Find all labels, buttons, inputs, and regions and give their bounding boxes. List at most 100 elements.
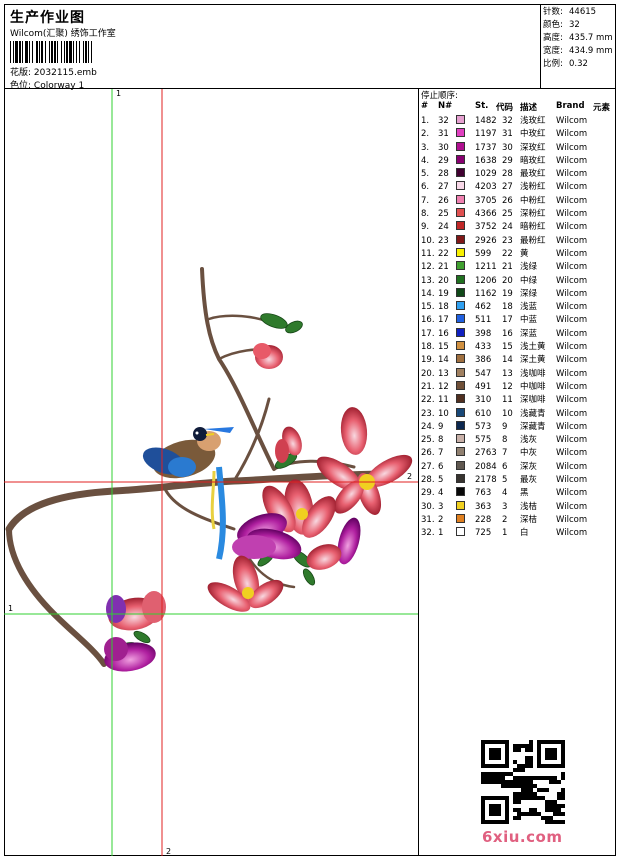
row-code: 31 — [502, 129, 513, 140]
row-description: 暗玫红 — [520, 155, 546, 166]
row-index: 11. — [421, 248, 435, 259]
table-row: 1. 32 1482 32 浅玫红 Wilcom — [419, 115, 616, 128]
row-code: 29 — [502, 155, 513, 166]
stat-scale: 比例: 0.32 — [543, 59, 588, 69]
row-brand: Wilcom — [556, 342, 588, 353]
row-description: 深绿 — [520, 288, 538, 299]
row-index: 4. — [421, 155, 430, 166]
page-title: 生产作业图 — [10, 10, 85, 26]
row-code: 19 — [502, 288, 513, 299]
design-file-name: 2032115.emb — [33, 68, 97, 78]
row-stitches: 599 — [475, 248, 492, 259]
col-brand: Brand — [556, 101, 585, 111]
row-code: 5 — [502, 475, 508, 486]
stat-width: 宽度: 434.9 mm — [543, 46, 613, 56]
row-needle: 27 — [438, 182, 449, 193]
row-stitches: 1482 — [475, 116, 497, 126]
row-brand: Wilcom — [556, 315, 588, 326]
row-needle: 16 — [438, 328, 449, 339]
table-row: 18. 15 433 15 浅土黄 Wilcom — [419, 341, 616, 354]
row-brand: Wilcom — [556, 381, 588, 392]
table-row: 22. 11 310 11 深咖啡 Wilcom — [419, 394, 616, 407]
table-row: 28. 5 2178 5 最灰 Wilcom — [419, 474, 616, 487]
table-row: 3. 30 1737 30 深玫红 Wilcom — [419, 141, 616, 155]
row-needle: 18 — [438, 302, 449, 313]
row-brand: Wilcom — [556, 116, 588, 126]
row-brand: Wilcom — [556, 528, 588, 539]
row-stitches: 1211 — [475, 262, 497, 273]
row-code: 20 — [502, 275, 513, 286]
table-row: 29. 4 763 4 黑 Wilcom — [419, 487, 616, 500]
row-stitches: 2926 — [475, 235, 497, 246]
row-index: 3. — [421, 142, 430, 153]
table-row: 24. 9 573 9 深藏青 Wilcom — [419, 420, 616, 434]
row-description: 白 — [520, 528, 529, 539]
row-needle: 24 — [438, 222, 449, 233]
table-row: 7. 26 3705 26 中粉红 Wilcom — [419, 194, 616, 208]
color-swatch — [456, 234, 465, 244]
row-stitches: 1162 — [475, 288, 497, 299]
axis-label-green-top: 1 — [116, 89, 122, 98]
row-index: 9. — [421, 222, 430, 233]
color-swatch — [456, 301, 465, 311]
row-description: 深桔 — [520, 514, 538, 525]
row-needle: 29 — [438, 155, 449, 166]
color-swatch — [456, 527, 465, 537]
table-row: 32. 1 725 1 白 Wilcom — [419, 527, 616, 540]
row-index: 8. — [421, 209, 430, 220]
stats-panel: 针数: 44615 颜色: 32 高度: 435.7 mm 宽度: 434.9 mm 比… — [541, 4, 616, 89]
axis-label-red-right: 2 — [407, 472, 413, 481]
col-elem: 元素 — [593, 103, 611, 113]
row-brand: Wilcom — [556, 488, 588, 499]
row-brand: Wilcom — [556, 501, 588, 512]
row-brand: Wilcom — [556, 448, 588, 459]
row-description: 黄 — [520, 248, 529, 259]
row-code: 10 — [502, 408, 513, 419]
row-index: 20. — [421, 368, 435, 379]
row-description: 最粉红 — [520, 235, 546, 246]
row-description: 最玫红 — [520, 169, 546, 180]
row-index: 19. — [421, 355, 435, 366]
design-canvas: 1 2 2 1 — [4, 89, 419, 856]
row-code: 26 — [502, 195, 513, 206]
row-stitches: 2084 — [475, 461, 497, 472]
table-row: 31. 2 228 2 深桔 Wilcom — [419, 513, 616, 527]
axis-label-green-left: 1 — [8, 604, 14, 613]
color-swatch — [456, 460, 465, 470]
stat-stitches: 针数: 44615 — [543, 7, 597, 17]
row-needle: 15 — [438, 342, 449, 353]
table-row: 11. 22 599 22 黄 Wilcom — [419, 247, 616, 261]
row-needle: 31 — [438, 129, 449, 140]
row-needle: 2 — [438, 514, 444, 525]
row-needle: 30 — [438, 142, 449, 153]
color-swatch — [456, 154, 465, 164]
row-brand: Wilcom — [556, 182, 588, 193]
color-swatch — [456, 208, 465, 218]
row-brand: Wilcom — [556, 155, 588, 166]
color-swatch — [456, 513, 465, 523]
row-code: 9 — [502, 421, 508, 432]
row-description: 深咖啡 — [520, 395, 546, 406]
row-stitches: 398 — [475, 328, 492, 339]
row-index: 14. — [421, 288, 435, 299]
table-row: 19. 14 386 14 深土黄 Wilcom — [419, 354, 616, 367]
row-index: 12. — [421, 262, 435, 273]
table-row: 14. 19 1162 19 深绿 Wilcom — [419, 287, 616, 301]
flower-bottom-center — [207, 555, 284, 612]
col-num: # — [421, 101, 429, 111]
axis-label-red-bottom: 2 — [166, 847, 172, 856]
row-index: 7. — [421, 195, 430, 206]
row-code: 7 — [502, 448, 508, 459]
color-swatch — [456, 407, 465, 417]
color-swatch — [456, 434, 465, 444]
row-brand: Wilcom — [556, 262, 588, 273]
color-swatch — [456, 261, 465, 271]
row-needle: 25 — [438, 209, 449, 220]
row-stitches: 575 — [475, 435, 492, 446]
row-code: 22 — [502, 248, 513, 259]
color-swatch — [456, 327, 465, 337]
row-brand: Wilcom — [556, 328, 588, 339]
color-swatch — [456, 394, 465, 404]
color-swatch — [456, 354, 465, 364]
row-brand: Wilcom — [556, 421, 588, 432]
